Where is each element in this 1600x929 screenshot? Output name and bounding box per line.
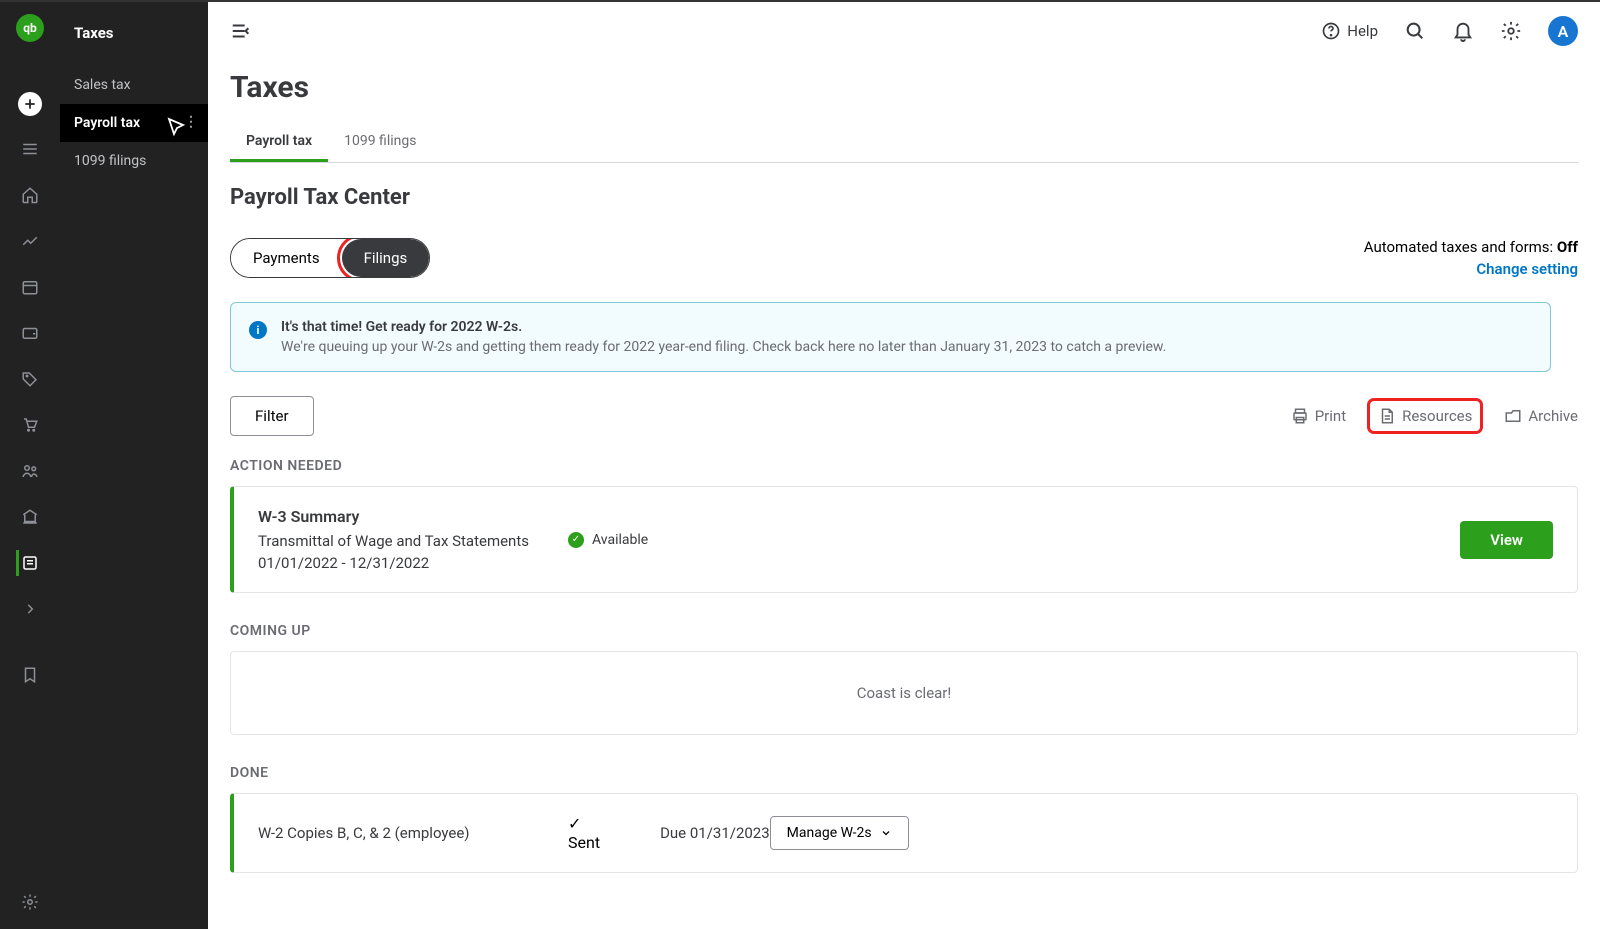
tag-icon[interactable] — [17, 366, 43, 392]
card-status: ✓ Available — [568, 532, 648, 548]
tab-payroll-tax[interactable]: Payroll tax — [230, 123, 328, 162]
view-button[interactable]: View — [1460, 521, 1553, 559]
sub-nav: Taxes Sales tax Payroll tax ⋮ 1099 filin… — [60, 2, 208, 929]
manage-w2s-button[interactable]: Manage W-2s — [770, 816, 909, 850]
main-area: Help A Taxes Payroll tax 1099 filings Pa… — [208, 2, 1600, 929]
card-subtitle: Transmittal of Wage and Tax Statements — [258, 532, 568, 550]
collapse-nav-icon[interactable] — [230, 20, 252, 42]
page-title: Taxes — [230, 70, 1578, 105]
automated-taxes-text: Automated taxes and forms: Off Change se… — [1364, 238, 1578, 278]
notification-icon[interactable] — [1452, 20, 1474, 42]
bank-icon[interactable] — [17, 504, 43, 530]
wallet-icon[interactable] — [17, 320, 43, 346]
segment-filings[interactable]: Filings — [342, 239, 430, 277]
menu-icon[interactable] — [17, 136, 43, 162]
gear-icon[interactable] — [1500, 20, 1522, 42]
info-icon: i — [249, 321, 267, 339]
bookmark-icon[interactable] — [17, 662, 43, 688]
cart-icon[interactable] — [17, 412, 43, 438]
section-done: DONE — [230, 765, 1578, 781]
add-button[interactable] — [18, 92, 42, 116]
qb-logo[interactable]: qb — [16, 14, 44, 42]
icon-rail: qb — [0, 2, 60, 929]
filing-card-w3: W-3 Summary Transmittal of Wage and Tax … — [230, 486, 1578, 593]
card-date-range: 01/01/2022 - 12/31/2022 — [258, 554, 568, 572]
info-banner: i It's that time! Get ready for 2022 W-2… — [230, 302, 1551, 372]
help-button[interactable]: Help — [1321, 21, 1378, 41]
check-icon: ✓ — [568, 814, 600, 833]
chart-icon[interactable] — [17, 228, 43, 254]
print-button[interactable]: Print — [1291, 407, 1346, 425]
subnav-title: Taxes — [60, 24, 208, 66]
change-setting-link[interactable]: Change setting — [1364, 260, 1578, 278]
settings-rail-icon[interactable] — [17, 889, 43, 915]
segmented-control: Payments Filings — [230, 238, 430, 278]
done-status: ✓ Sent — [568, 814, 600, 852]
page-content: Taxes Payroll tax 1099 filings Payroll T… — [208, 60, 1600, 929]
people-icon[interactable] — [17, 458, 43, 484]
info-head: It's that time! Get ready for 2022 W-2s. — [281, 319, 1166, 335]
section-title: Payroll Tax Center — [230, 185, 1578, 210]
tab-1099-filings[interactable]: 1099 filings — [328, 123, 432, 162]
taxes-icon[interactable] — [16, 550, 42, 576]
top-bar: Help A — [208, 2, 1600, 60]
done-due: Due 01/31/2023 — [660, 824, 770, 842]
page-tabs: Payroll tax 1099 filings — [230, 123, 1578, 163]
archive-button[interactable]: Archive — [1504, 407, 1578, 425]
sidebar-item-sales-tax[interactable]: Sales tax — [60, 66, 208, 104]
done-title: W-2 Copies B, C, & 2 (employee) — [258, 824, 568, 842]
chevron-right-icon[interactable] — [17, 596, 43, 622]
sidebar-item-1099[interactable]: 1099 filings — [60, 142, 208, 180]
check-icon: ✓ — [568, 532, 584, 548]
section-coming-up: COMING UP — [230, 623, 1578, 639]
segment-payments[interactable]: Payments — [231, 239, 342, 277]
info-body: We're queuing up your W-2s and getting t… — [281, 339, 1166, 355]
resources-button[interactable]: Resources — [1370, 401, 1480, 431]
filing-card-w2: W-2 Copies B, C, & 2 (employee) ✓ Sent D… — [230, 793, 1578, 873]
home-icon[interactable] — [17, 182, 43, 208]
filter-button[interactable]: Filter — [230, 396, 314, 436]
card-title: W-3 Summary — [258, 507, 568, 526]
chevron-down-icon — [880, 827, 892, 839]
coming-up-empty: Coast is clear! — [230, 651, 1578, 735]
avatar[interactable]: A — [1548, 16, 1578, 46]
calendar-icon[interactable] — [17, 274, 43, 300]
cursor-overlay — [165, 116, 189, 140]
section-action-needed: ACTION NEEDED — [230, 458, 1578, 474]
search-icon[interactable] — [1404, 20, 1426, 42]
